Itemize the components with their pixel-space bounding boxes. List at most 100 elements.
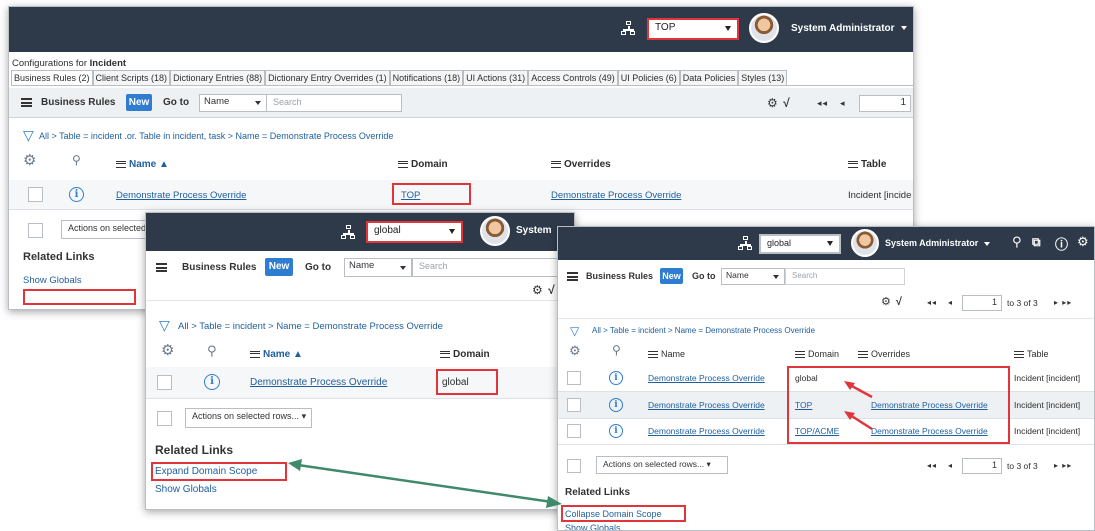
gear-icon[interactable]: ⚙ (569, 343, 581, 359)
info-icon[interactable]: i (69, 187, 84, 202)
record-name-link[interactable]: Demonstrate Process Override (648, 400, 765, 410)
show-globals-link[interactable]: Show Globals (565, 523, 621, 530)
tab-item[interactable]: Dictionary Entries (88) (170, 70, 266, 85)
new-button[interactable]: New (660, 268, 683, 284)
column-header-name[interactable]: Name (648, 349, 685, 359)
tab-item[interactable]: Dictionary Entry Overrides (1) (265, 70, 390, 85)
goto-field-select[interactable]: Name (199, 94, 267, 112)
prev-page-icon[interactable]: ◂ (948, 461, 953, 470)
tab-item[interactable]: Notifications (18) (389, 70, 464, 85)
record-name-link[interactable]: Demonstrate Process Override (116, 190, 246, 201)
goto-field-select[interactable]: Name (721, 268, 785, 285)
column-header-domain[interactable]: Domain (398, 159, 448, 170)
record-name-link[interactable]: Demonstrate Process Override (648, 373, 765, 383)
tab-item[interactable]: Data Policies (679, 70, 739, 85)
overrides-link[interactable]: Demonstrate Process Override (551, 190, 681, 201)
search-input[interactable]: Search (412, 258, 562, 277)
user-menu[interactable]: System (516, 225, 552, 236)
connect-chat-icon[interactable]: ⧉ (1032, 235, 1041, 250)
new-button[interactable]: New (126, 94, 152, 111)
avatar[interactable] (480, 216, 510, 246)
new-button[interactable]: New (265, 258, 293, 276)
filter-icon[interactable]: ▽ (570, 324, 579, 338)
next-page-icon[interactable]: ▸ ▸▸ (1054, 298, 1072, 307)
page-number-input[interactable]: 1 (962, 458, 1002, 474)
search-input[interactable]: Search (785, 268, 905, 285)
first-page-icon[interactable]: ◂◂ (927, 298, 937, 307)
prev-page-icon[interactable]: ◂ (948, 298, 953, 307)
column-header-overrides[interactable]: Overrides (551, 159, 611, 170)
header-bar: TOP System Administrator (9, 7, 913, 52)
info-icon[interactable]: i (609, 424, 623, 438)
breadcrumb[interactable]: All > Table = incident > Name = Demonstr… (592, 326, 815, 335)
show-globals-link[interactable]: Show Globals (155, 484, 217, 495)
list-tools-icon[interactable]: ⚙ √ (532, 283, 556, 297)
tab-item[interactable]: Styles (13) (738, 70, 788, 85)
domain-select[interactable]: global (366, 221, 463, 243)
tab-item[interactable]: UI Policies (6) (617, 70, 680, 85)
goto-field-select[interactable]: Name (344, 258, 412, 277)
user-menu[interactable]: System Administrator (885, 238, 991, 248)
row-checkbox[interactable] (567, 371, 581, 385)
list-tools-icon[interactable]: ⚙ √ (767, 96, 791, 110)
list-tools-icon[interactable]: ⚙ √ (881, 295, 903, 308)
gear-icon[interactable]: ⚙ (23, 151, 36, 169)
breadcrumb[interactable]: All > Table = incident > Name = Demonstr… (178, 321, 443, 332)
search-input[interactable]: Search (266, 94, 402, 112)
avatar[interactable] (851, 229, 879, 257)
filter-icon[interactable]: ▽ (159, 317, 170, 334)
prev-page-icon[interactable]: ◂ (840, 98, 846, 109)
page-number-input[interactable]: 1 (962, 295, 1002, 311)
gear-icon[interactable]: ⚙ (161, 341, 174, 359)
user-name: System Administrator (791, 23, 895, 34)
first-page-icon[interactable]: ◂◂ (817, 98, 828, 109)
row-checkbox[interactable] (157, 375, 172, 390)
record-name-link[interactable]: Demonstrate Process Override (250, 377, 387, 388)
gear-icon[interactable]: ⚙ (1077, 234, 1089, 250)
column-header-table[interactable]: Table (848, 159, 886, 170)
breadcrumb[interactable]: All > Table = incident .or. Table in inc… (39, 131, 393, 141)
page-number-input[interactable]: 1 (859, 95, 911, 112)
domain-select[interactable]: TOP (647, 18, 739, 40)
header-bar: global System Administrator ⚲ ⧉ ⓘ ⚙ (558, 227, 1094, 260)
tab-item[interactable]: Access Controls (49) (528, 70, 618, 85)
table-value: Incident [incident] (1014, 426, 1081, 436)
menu-icon[interactable] (21, 98, 32, 107)
user-menu[interactable]: System Administrator (791, 23, 907, 34)
select-all-checkbox[interactable] (157, 411, 172, 426)
first-page-icon[interactable]: ◂◂ (927, 461, 937, 470)
row-checkbox[interactable] (567, 398, 581, 412)
column-header-name[interactable]: Name ▲ (116, 159, 169, 170)
actions-select[interactable]: Actions on selected rows... ▾ (596, 456, 728, 474)
avatar[interactable] (749, 13, 779, 43)
tab-item[interactable]: Business Rules (2) (11, 70, 93, 85)
menu-icon[interactable] (567, 272, 578, 281)
search-icon[interactable]: ⚲ (612, 343, 621, 357)
info-icon[interactable]: i (609, 371, 623, 385)
header-bar: global System (146, 213, 574, 251)
select-all-checkbox[interactable] (567, 459, 581, 473)
tab-item[interactable]: Client Scripts (18) (92, 70, 171, 85)
search-icon[interactable]: ⚲ (207, 343, 217, 359)
column-header-domain[interactable]: Domain (795, 349, 839, 359)
help-icon[interactable]: ⓘ (1055, 234, 1068, 253)
column-header-domain[interactable]: Domain (440, 349, 490, 360)
column-header-overrides[interactable]: Overrides (858, 349, 910, 359)
search-icon[interactable]: ⚲ (1012, 234, 1022, 250)
info-icon[interactable]: i (204, 374, 220, 390)
column-header-name[interactable]: Name ▲ (250, 349, 303, 360)
row-checkbox[interactable] (567, 424, 581, 438)
row-checkbox[interactable] (28, 187, 43, 202)
select-all-checkbox[interactable] (28, 223, 43, 238)
tab-item[interactable]: UI Actions (31) (463, 70, 529, 85)
domain-select[interactable]: global (759, 234, 841, 254)
record-name-link[interactable]: Demonstrate Process Override (648, 426, 765, 436)
menu-icon[interactable] (156, 263, 167, 272)
info-icon[interactable]: i (609, 398, 623, 412)
next-page-icon[interactable]: ▸ ▸▸ (1054, 461, 1072, 470)
filter-icon[interactable]: ▽ (23, 127, 34, 144)
search-icon[interactable]: ⚲ (72, 153, 81, 167)
actions-select[interactable]: Actions on selected rows... ▾ (185, 408, 312, 428)
column-header-table[interactable]: Table (1014, 349, 1049, 359)
show-globals-link[interactable]: Show Globals (23, 275, 82, 286)
